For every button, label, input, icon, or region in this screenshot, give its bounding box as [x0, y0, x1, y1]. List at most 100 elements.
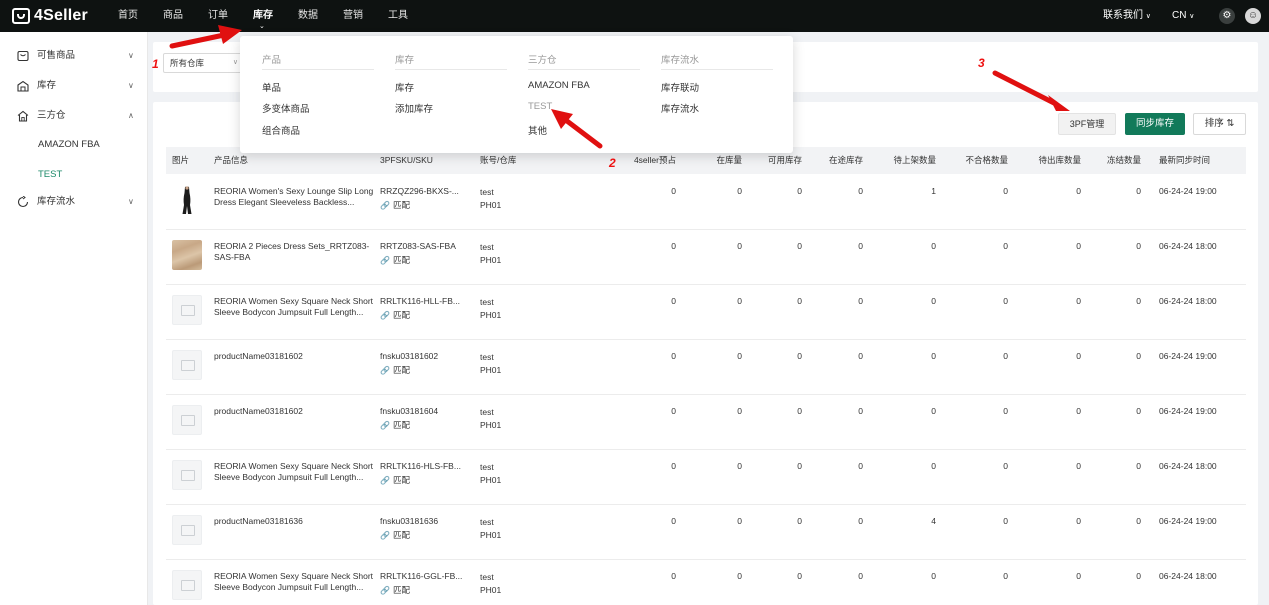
nav-data[interactable]: 数据: [298, 0, 318, 32]
sidebar-subitem-amazon-fba[interactable]: AMAZON FBA: [38, 139, 100, 150]
app-logo[interactable]: 4Seller: [12, 6, 88, 26]
nav-home[interactable]: 首页: [118, 0, 138, 32]
frozen-value: 0: [1136, 186, 1141, 196]
warehouse-code: PH01: [480, 365, 502, 375]
column-header-image: 图片: [172, 155, 190, 165]
menu-item-amazon-fba[interactable]: AMAZON FBA: [528, 80, 590, 91]
nav-tools[interactable]: 工具: [388, 0, 408, 32]
match-link[interactable]: 🔗 匹配: [380, 309, 410, 321]
chevron-down-icon: ∨: [1189, 13, 1195, 20]
product-name[interactable]: productName03181636: [214, 516, 374, 527]
product-name[interactable]: productName03181602: [214, 351, 374, 362]
nav-products[interactable]: 商品: [163, 0, 183, 32]
match-link[interactable]: 🔗 匹配: [380, 364, 410, 376]
table-row[interactable]: productName03181602 fnsku03181604 🔗 匹配 test P…: [166, 395, 1246, 450]
match-link[interactable]: 🔗 匹配: [380, 529, 410, 541]
sidebar-item-sellable-products[interactable]: 可售商品 ∨: [0, 42, 148, 70]
warehouse-code: PH01: [480, 310, 502, 320]
menu-item-other[interactable]: 其他: [528, 123, 547, 137]
menu-item-add-inventory[interactable]: 添加库存: [395, 101, 433, 115]
pending-out-value: 0: [1076, 296, 1081, 306]
warehouse-select-value: 所有仓库: [170, 58, 205, 68]
product-thumbnail[interactable]: [172, 460, 202, 490]
product-thumbnail[interactable]: [172, 405, 202, 435]
account-name: test: [480, 187, 494, 197]
frozen-value: 0: [1136, 406, 1141, 416]
match-link[interactable]: 🔗 匹配: [380, 584, 410, 596]
product-name[interactable]: REORIA Women Sexy Square Neck Short Slee…: [214, 296, 374, 318]
user-avatar[interactable]: ☺: [1245, 8, 1261, 24]
product-thumbnail[interactable]: [172, 185, 202, 215]
match-link[interactable]: 🔗 匹配: [380, 419, 410, 431]
product-thumbnail[interactable]: [172, 570, 202, 600]
sidebar-item-third-party-warehouse[interactable]: 三方仓 ∧: [0, 102, 148, 130]
nav-marketing[interactable]: 营销: [343, 0, 363, 32]
menu-item-inventory[interactable]: 库存: [395, 80, 414, 94]
in-transit-value: 0: [858, 571, 863, 581]
contact-us-menu[interactable]: 联系我们 ∨: [1103, 0, 1151, 32]
match-label: 匹配: [392, 420, 410, 430]
column-header-in-transit: 在途库存: [828, 155, 863, 165]
sidebar-subitem-test[interactable]: TEST: [38, 169, 62, 180]
product-thumbnail[interactable]: [172, 240, 202, 270]
table-row[interactable]: REORIA Women's Sexy Lounge Slip Long Dre…: [166, 175, 1246, 230]
menu-item-inventory-flow[interactable]: 库存流水: [661, 101, 699, 115]
table-row[interactable]: REORIA 2 Pieces Dress Sets_RRTZ083-SAS-F…: [166, 230, 1246, 285]
language-menu[interactable]: CN ∨: [1172, 0, 1194, 32]
sync-inventory-button[interactable]: 同步库存: [1125, 113, 1185, 135]
reserved-value: 0: [671, 296, 676, 306]
table-row[interactable]: productName03181636 fnsku03181636 🔗 匹配 test P…: [166, 505, 1246, 560]
pending-out-value: 0: [1076, 406, 1081, 416]
menu-item-variant-product[interactable]: 多变体商品: [262, 101, 310, 115]
nav-inventory-caret-icon: ⌄: [259, 23, 265, 30]
table-row[interactable]: productName03181602 fnsku03181602 🔗 匹配 test P…: [166, 340, 1246, 395]
product-thumbnail[interactable]: [172, 350, 202, 380]
menu-item-test[interactable]: TEST: [528, 101, 552, 112]
match-link[interactable]: 🔗 匹配: [380, 474, 410, 486]
product-name[interactable]: REORIA Women Sexy Square Neck Short Slee…: [214, 461, 374, 483]
product-name[interactable]: REORIA Women's Sexy Lounge Slip Long Dre…: [214, 186, 374, 208]
sidebar-item-inventory-flow[interactable]: 库存流水 ∨: [0, 188, 148, 216]
product-name[interactable]: REORIA Women Sexy Square Neck Short Slee…: [214, 571, 374, 593]
warehouse-select[interactable]: 所有仓库 ∨: [163, 53, 243, 73]
match-link[interactable]: 🔗 匹配: [380, 254, 410, 266]
in-transit-value: 0: [858, 186, 863, 196]
menu-heading-inventory: 库存: [395, 55, 415, 66]
link-icon: 🔗: [380, 366, 390, 375]
product-thumbnail[interactable]: [172, 295, 202, 325]
sidebar-item-label: 库存流水: [37, 196, 76, 207]
3pf-management-button[interactable]: 3PF管理: [1058, 113, 1116, 135]
account-warehouse: test PH01: [480, 296, 501, 322]
link-icon: 🔗: [380, 311, 390, 320]
warehouse-code: PH01: [480, 420, 502, 430]
product-thumbnail[interactable]: [172, 515, 202, 545]
link-icon: 🔗: [380, 421, 390, 430]
settings-gear-icon[interactable]: ⚙: [1219, 8, 1235, 24]
account-name: test: [480, 462, 494, 472]
table-row[interactable]: REORIA Women Sexy Square Neck Short Slee…: [166, 560, 1246, 605]
menu-item-single-product[interactable]: 单品: [262, 80, 281, 94]
sku-value: RRTZ083-SAS-FBA: [380, 241, 456, 251]
menu-divider: [661, 69, 773, 70]
sort-button[interactable]: 排序 ⇅: [1193, 113, 1246, 135]
column-header-sync-time: 最新同步时间: [1159, 155, 1211, 165]
unqualified-value: 0: [1003, 571, 1008, 581]
product-name[interactable]: productName03181602: [214, 406, 374, 417]
frozen-value: 0: [1136, 461, 1141, 471]
table-row[interactable]: REORIA Women Sexy Square Neck Short Slee…: [166, 285, 1246, 340]
nav-orders[interactable]: 订单: [208, 0, 228, 32]
account-warehouse: test PH01: [480, 461, 501, 487]
top-navigation-bar: 4Seller 首页 商品 订单 库存 ⌄ 数据 营销 工具 联系我们 ∨ CN…: [0, 0, 1269, 32]
menu-item-inventory-link[interactable]: 库存联动: [661, 80, 699, 94]
product-name[interactable]: REORIA 2 Pieces Dress Sets_RRTZ083-SAS-F…: [214, 241, 374, 263]
chevron-down-icon: ∨: [128, 81, 134, 90]
match-label: 匹配: [392, 200, 410, 210]
frozen-value: 0: [1136, 571, 1141, 581]
account-warehouse: test PH01: [480, 241, 501, 267]
sidebar-item-inventory[interactable]: 库存 ∨: [0, 72, 148, 100]
table-row[interactable]: REORIA Women Sexy Square Neck Short Slee…: [166, 450, 1246, 505]
menu-item-bundle-product[interactable]: 组合商品: [262, 123, 300, 137]
on-hand-value: 0: [737, 516, 742, 526]
match-link[interactable]: 🔗 匹配: [380, 199, 410, 211]
sync-time-value: 06-24-24 18:00: [1159, 296, 1217, 306]
